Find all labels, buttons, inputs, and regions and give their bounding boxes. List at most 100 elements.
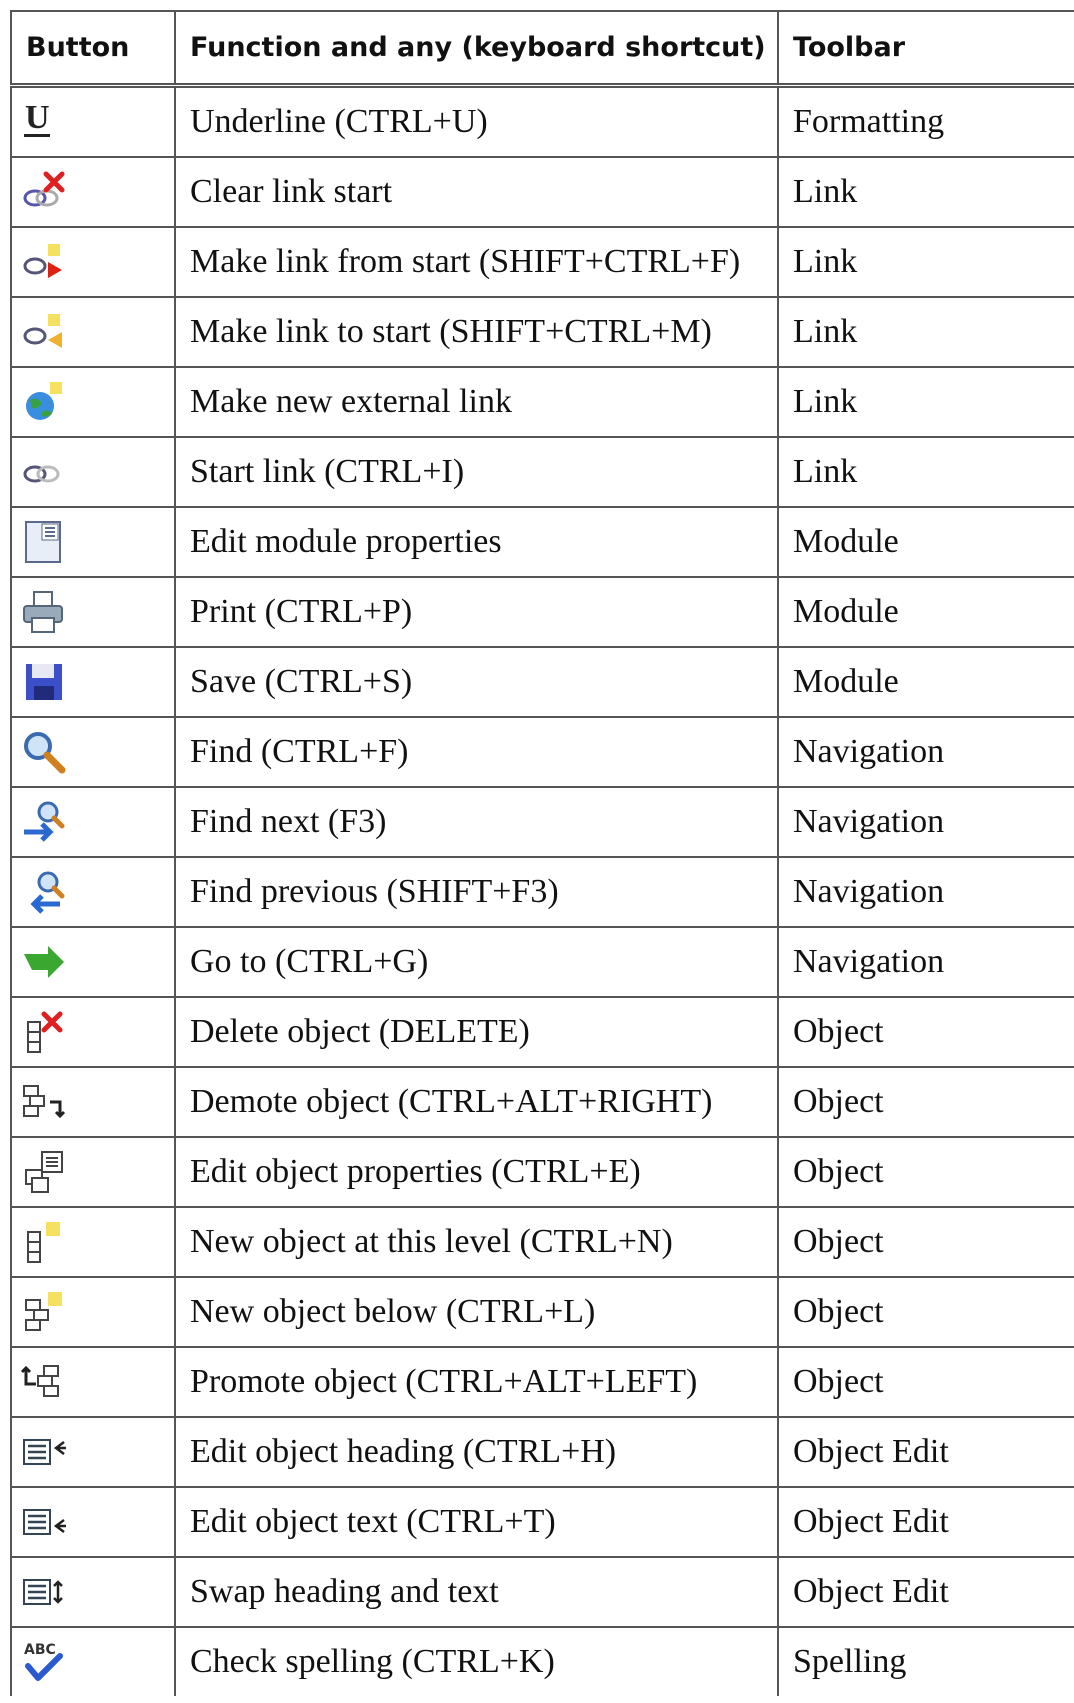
function-cell: Start link (CTRL+I) xyxy=(174,436,779,508)
button-cell xyxy=(10,436,176,508)
function-cell: Demote object (CTRL+ALT+RIGHT) xyxy=(174,1066,779,1138)
toolbar-cell: Object Edit xyxy=(777,1486,1074,1558)
button-cell xyxy=(10,1066,176,1138)
toolbar-cell: Module xyxy=(777,576,1074,648)
toolbar-cell: Object xyxy=(777,1136,1074,1208)
function-cell: Make new external link xyxy=(174,366,779,438)
function-cell: Edit object text (CTRL+T) xyxy=(174,1486,779,1558)
button-cell xyxy=(10,296,176,368)
function-cell: Promote object (CTRL+ALT+LEFT) xyxy=(174,1346,779,1418)
edit-text-icon xyxy=(23,1509,66,1535)
toolbar-cell: Object xyxy=(777,1206,1074,1278)
function-cell: Print (CTRL+P) xyxy=(174,576,779,648)
table-row: Find next (F3) Navigation xyxy=(10,786,1074,858)
function-cell: Edit object heading (CTRL+H) xyxy=(174,1416,779,1488)
function-cell: Underline (CTRL+U) xyxy=(174,84,779,158)
function-cell: Make link to start (SHIFT+CTRL+M) xyxy=(174,296,779,368)
table-row: Edit object text (CTRL+T) Object Edit xyxy=(10,1486,1074,1558)
underline-icon: U xyxy=(24,99,50,137)
button-cell xyxy=(10,226,176,298)
table-row: Edit object heading (CTRL+H) Object Edit xyxy=(10,1416,1074,1488)
new-object-same-level-icon xyxy=(27,1222,60,1263)
table-row: Find (CTRL+F) Navigation xyxy=(10,716,1074,788)
toolbar-cell: Object xyxy=(777,1066,1074,1138)
function-cell: New object at this level (CTRL+N) xyxy=(174,1206,779,1278)
find-previous-icon xyxy=(30,871,65,914)
start-link-icon xyxy=(23,465,60,483)
button-cell xyxy=(10,1206,176,1278)
function-cell: Check spelling (CTRL+K) xyxy=(174,1626,779,1696)
table-row: Edit module properties Module xyxy=(10,506,1074,578)
table-row: U Underline (CTRL+U) Formatting xyxy=(10,84,1074,158)
toolbar-cell: Link xyxy=(777,296,1074,368)
function-cell: Save (CTRL+S) xyxy=(174,646,779,718)
promote-object-icon xyxy=(20,1365,59,1397)
button-cell xyxy=(10,1136,176,1208)
table-row: Start link (CTRL+I) Link xyxy=(10,436,1074,508)
table-row: New object at this level (CTRL+N) Object xyxy=(10,1206,1074,1278)
header-button: Button xyxy=(10,10,176,88)
magnifier-icon xyxy=(24,732,66,774)
table-row: Make link to start (SHIFT+CTRL+M) Link xyxy=(10,296,1074,368)
button-cell xyxy=(10,1346,176,1418)
table-row: Delete object (DELETE) Object xyxy=(10,996,1074,1068)
button-cell xyxy=(10,1276,176,1348)
demote-object-icon xyxy=(23,1085,66,1119)
make-link-from-start-icon xyxy=(23,244,62,278)
edit-heading-icon xyxy=(23,1439,66,1465)
button-cell xyxy=(10,1416,176,1488)
table-row: Clear link start Link xyxy=(10,156,1074,228)
make-link-to-start-icon xyxy=(23,314,62,348)
table-row: Print (CTRL+P) Module xyxy=(10,576,1074,648)
button-cell xyxy=(10,646,176,718)
header-function: Function and any (keyboard shortcut) xyxy=(174,10,779,88)
toolbar-cell: Navigation xyxy=(777,856,1074,928)
table-row: Save (CTRL+S) Module xyxy=(10,646,1074,718)
toolbar-cell: Object Edit xyxy=(777,1556,1074,1628)
printer-icon xyxy=(23,591,63,633)
button-cell xyxy=(10,856,176,928)
function-cell: Clear link start xyxy=(174,156,779,228)
function-cell: Go to (CTRL+G) xyxy=(174,926,779,998)
button-cell: U xyxy=(10,84,176,158)
table-row: Go to (CTRL+G) Navigation xyxy=(10,926,1074,998)
table-row: New object below (CTRL+L) Object xyxy=(10,1276,1074,1348)
table-row: Make new external link Link xyxy=(10,366,1074,438)
button-cell xyxy=(10,156,176,228)
toolbar-cell: Navigation xyxy=(777,786,1074,858)
header-toolbar: Toolbar xyxy=(777,10,1074,88)
toolbar-cell: Object Edit xyxy=(777,1416,1074,1488)
function-cell: Swap heading and text xyxy=(174,1556,779,1628)
delete-object-icon xyxy=(27,1011,63,1053)
table-row: ABC Check spelling (CTRL+K) Spelling xyxy=(10,1626,1074,1696)
toolbar-cell: Object xyxy=(777,1346,1074,1418)
floppy-disk-icon xyxy=(26,664,62,700)
button-cell xyxy=(10,996,176,1068)
button-cell xyxy=(10,1556,176,1628)
toolbar-cell: Object xyxy=(777,996,1074,1068)
function-cell: Edit module properties xyxy=(174,506,779,578)
function-cell: Edit object properties (CTRL+E) xyxy=(174,1136,779,1208)
toolbar-buttons-table: Button Function and any (keyboard shortc… xyxy=(10,10,1074,1696)
function-cell: Make link from start (SHIFT+CTRL+F) xyxy=(174,226,779,298)
button-cell xyxy=(10,1486,176,1558)
svg-text:U: U xyxy=(25,99,50,136)
toolbar-cell: Navigation xyxy=(777,926,1074,998)
function-cell: Find (CTRL+F) xyxy=(174,716,779,788)
table-row: Demote object (CTRL+ALT+RIGHT) Object xyxy=(10,1066,1074,1138)
button-cell xyxy=(10,506,176,578)
table-row: Swap heading and text Object Edit xyxy=(10,1556,1074,1628)
globe-icon xyxy=(26,382,62,420)
button-cell xyxy=(10,786,176,858)
header-row: Button Function and any (keyboard shortc… xyxy=(10,10,1074,88)
toolbar-cell: Module xyxy=(777,506,1074,578)
toolbar-cell: Link xyxy=(777,366,1074,438)
object-properties-icon xyxy=(25,1151,63,1193)
table-row: Make link from start (SHIFT+CTRL+F) Link xyxy=(10,226,1074,298)
toolbar-cell: Formatting xyxy=(777,84,1074,158)
svg-text:ABC: ABC xyxy=(24,1642,56,1658)
function-cell: New object below (CTRL+L) xyxy=(174,1276,779,1348)
button-cell xyxy=(10,366,176,438)
function-cell: Delete object (DELETE) xyxy=(174,996,779,1068)
module-properties-icon xyxy=(25,521,61,563)
